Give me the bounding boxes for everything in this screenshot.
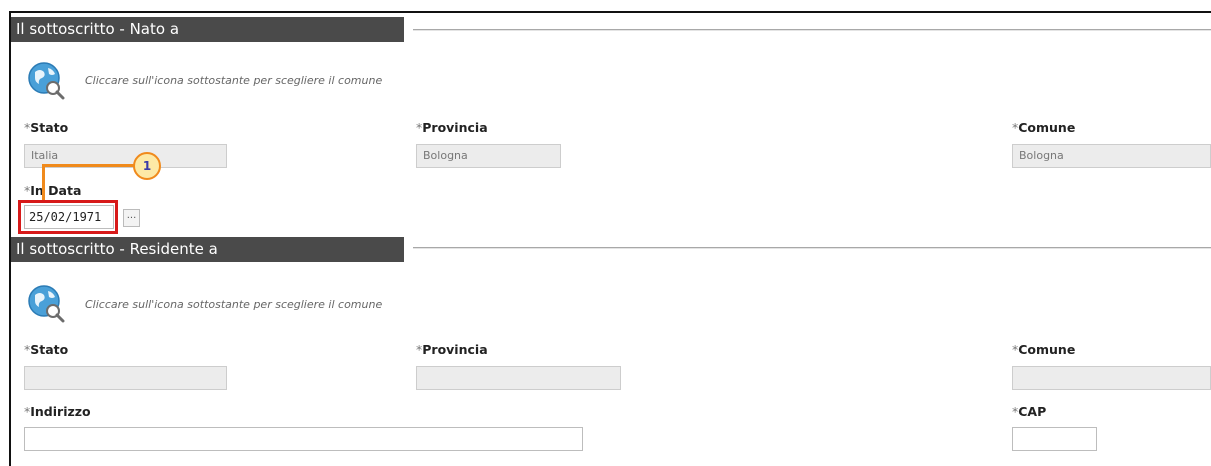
label-indirizzo: *Indirizzo	[24, 404, 91, 419]
hint-text-nato: Cliccare sull'icona sottostante per sceg…	[85, 74, 383, 87]
section-rule-residente	[413, 247, 1211, 249]
label-stato-nato: *Stato	[24, 120, 69, 135]
field-indirizzo[interactable]	[24, 427, 583, 451]
globe-search-icon[interactable]	[26, 60, 66, 100]
label-cap: *CAP	[1012, 404, 1047, 419]
section-header-nato: Il sottoscritto - Nato a	[11, 17, 404, 42]
field-cap[interactable]	[1012, 427, 1097, 451]
globe-search-icon[interactable]	[26, 283, 66, 323]
field-stato-residente[interactable]	[24, 366, 227, 390]
label-provincia-residente: *Provincia	[416, 342, 488, 357]
field-comune-residente[interactable]	[1012, 366, 1211, 390]
field-comune-nato[interactable]: Bologna	[1012, 144, 1211, 168]
label-comune-nato: *Comune	[1012, 120, 1076, 135]
label-provincia-nato: *Provincia	[416, 120, 488, 135]
date-picker-button[interactable]: ...	[123, 209, 140, 227]
label-in-data: *In Data	[24, 183, 82, 198]
field-provincia-residente[interactable]	[416, 366, 621, 390]
field-provincia-nato[interactable]: Bologna	[416, 144, 561, 168]
label-stato-residente: *Stato	[24, 342, 69, 357]
callout-connector-horizontal	[42, 164, 138, 167]
callout-badge: 1	[133, 152, 161, 180]
hint-text-residente: Cliccare sull'icona sottostante per sceg…	[85, 298, 383, 311]
callout-highlight-box	[18, 200, 118, 234]
callout-connector-vertical	[42, 166, 45, 200]
section-header-residente: Il sottoscritto - Residente a	[11, 237, 404, 262]
label-comune-residente: *Comune	[1012, 342, 1076, 357]
section-rule-nato	[413, 29, 1211, 31]
